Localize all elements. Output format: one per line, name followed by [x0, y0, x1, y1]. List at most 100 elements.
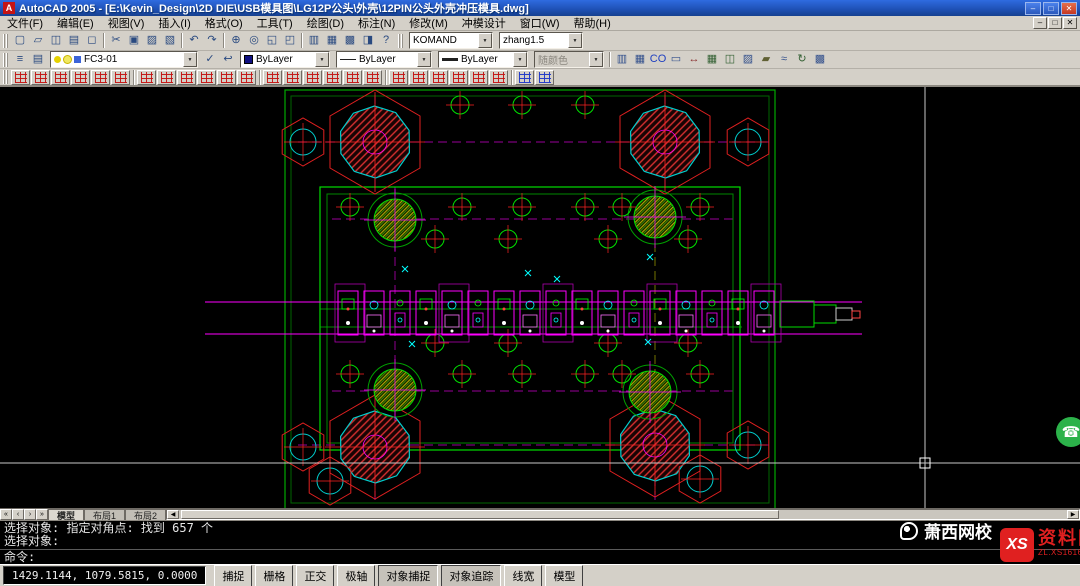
die-design-tool-13-icon[interactable] — [263, 70, 282, 85]
color-combo-arrow-icon[interactable]: ▼ — [315, 52, 329, 67]
cad-drawing[interactable] — [0, 87, 1080, 508]
scroll-left-icon[interactable]: ◀ — [167, 510, 179, 519]
designcenter-palette-icon[interactable]: ▦ — [631, 51, 649, 68]
command-history[interactable]: 选择对象: 指定对角点: 找到 657 个选择对象: — [0, 521, 1080, 550]
contact-badge[interactable]: ☎ — [1056, 417, 1080, 447]
autocad-app-icon[interactable]: A — [3, 2, 15, 14]
calculator-icon[interactable]: ▩ — [811, 51, 829, 68]
properties-icon[interactable]: ▥ — [305, 32, 323, 49]
die-design-tool-25-icon[interactable] — [515, 70, 534, 85]
layer-previous-icon[interactable]: ↩ — [219, 51, 237, 68]
block-icon[interactable]: ◫ — [721, 51, 739, 68]
plot-icon[interactable]: ▤ — [65, 32, 83, 49]
command-input-line[interactable]: 命令: — [0, 550, 1080, 564]
toolbar-grip[interactable] — [398, 34, 403, 48]
menu-item-6[interactable]: 工具(T) — [250, 14, 300, 32]
hatch-icon[interactable]: ▨ — [739, 51, 757, 68]
toolbar-grip[interactable] — [3, 70, 8, 84]
cut-icon[interactable]: ✂ — [107, 32, 125, 49]
plot-preview-icon[interactable]: ◻ — [83, 32, 101, 49]
tab-first-icon[interactable]: « — [0, 509, 12, 520]
command-window[interactable]: 选择对象: 指定对角点: 找到 657 个选择对象: 命令: — [0, 520, 1080, 564]
status-toggle-snap[interactable]: 捕捉 — [214, 565, 252, 586]
die-design-tool-15-icon[interactable] — [303, 70, 322, 85]
text-style-combo[interactable]: zhang1.5▼ — [499, 32, 583, 49]
menu-item-7[interactable]: 绘图(D) — [300, 14, 351, 32]
menu-item-5[interactable]: 格式(O) — [198, 14, 250, 32]
close-button[interactable]: ✕ — [1061, 2, 1077, 15]
doc-minimize-button[interactable]: – — [1033, 17, 1047, 29]
die-design-tool-21-icon[interactable] — [429, 70, 448, 85]
drawing-area[interactable]: ☎ — [0, 86, 1080, 508]
die-design-tool-7-icon[interactable] — [137, 70, 156, 85]
horizontal-scrollbar[interactable]: ◀▶ — [166, 509, 1080, 520]
menu-item-9[interactable]: 修改(M) — [402, 14, 455, 32]
tab-layout2[interactable]: 布局2 — [125, 509, 166, 520]
die-design-tool-8-icon[interactable] — [157, 70, 176, 85]
plot-style-combo-arrow-icon[interactable]: ▼ — [589, 52, 603, 67]
die-design-tool-12-icon[interactable] — [237, 70, 256, 85]
die-design-tool-16-icon[interactable] — [323, 70, 342, 85]
pan-icon[interactable]: ⊕ — [227, 32, 245, 49]
die-design-tool-6-icon[interactable] — [111, 70, 130, 85]
scroll-right-icon[interactable]: ▶ — [1067, 510, 1079, 519]
text-style-dialog-icon[interactable]: ▭ — [667, 51, 685, 68]
menu-item-11[interactable]: 窗口(W) — [513, 14, 567, 32]
status-toggle-polar[interactable]: 极轴 — [337, 565, 375, 586]
toolbar-grip[interactable] — [3, 34, 8, 48]
linetype-combo-arrow-icon[interactable]: ▼ — [417, 52, 431, 67]
open-file-icon[interactable]: ▱ — [29, 32, 47, 49]
die-design-tool-23-icon[interactable] — [469, 70, 488, 85]
status-toggle-otrack[interactable]: 对象追踪 — [441, 565, 501, 586]
text-style-combo-arrow-icon[interactable]: ▼ — [568, 33, 582, 48]
help-icon[interactable]: ? — [377, 32, 395, 49]
doc-restore-button[interactable]: □ — [1048, 17, 1062, 29]
refresh-icon[interactable]: ↻ — [793, 51, 811, 68]
markup-set-icon[interactable]: ◨ — [359, 32, 377, 49]
minimize-button[interactable]: – — [1025, 2, 1041, 15]
menu-item-4[interactable]: 插入(I) — [151, 14, 197, 32]
die-design-tool-24-icon[interactable] — [489, 70, 508, 85]
plot-style-combo[interactable]: 随颜色▼ — [534, 51, 604, 68]
die-design-tool-4-icon[interactable] — [71, 70, 90, 85]
die-design-tool-20-icon[interactable] — [409, 70, 428, 85]
command-style-combo[interactable]: KOMAND▼ — [409, 32, 493, 49]
co-icon[interactable]: CO — [649, 51, 667, 68]
lineweight-combo-arrow-icon[interactable]: ▼ — [513, 52, 527, 67]
die-design-tool-14-icon[interactable] — [283, 70, 302, 85]
die-design-tool-2-icon[interactable] — [31, 70, 50, 85]
toolbar-grip[interactable] — [3, 53, 8, 67]
status-toggle-model[interactable]: 模型 — [545, 565, 583, 586]
die-design-tool-26-icon[interactable] — [535, 70, 554, 85]
color-combo[interactable]: ByLayer▼ — [240, 51, 330, 68]
paste-icon[interactable]: ▨ — [143, 32, 161, 49]
command-style-combo-arrow-icon[interactable]: ▼ — [478, 33, 492, 48]
menu-item-2[interactable]: 编辑(E) — [50, 14, 101, 32]
die-design-tool-3-icon[interactable] — [51, 70, 70, 85]
menu-item-10[interactable]: 冲模设计 — [455, 14, 513, 32]
redo-icon[interactable]: ↷ — [203, 32, 221, 49]
scrollbar-thumb[interactable] — [181, 510, 779, 519]
copy-icon[interactable]: ▣ — [125, 32, 143, 49]
tab-model[interactable]: 模型 — [48, 509, 84, 520]
layer-properties-manager-icon[interactable]: ≡ — [11, 51, 29, 68]
tab-layout1[interactable]: 布局1 — [84, 509, 125, 520]
maximize-button[interactable]: □ — [1043, 2, 1059, 15]
zoom-window-icon[interactable]: ◱ — [263, 32, 281, 49]
die-design-tool-19-icon[interactable] — [389, 70, 408, 85]
layers-icon[interactable]: ▤ — [29, 51, 47, 68]
tool-palettes-icon[interactable]: ▩ — [341, 32, 359, 49]
region-icon[interactable]: ▰ — [757, 51, 775, 68]
make-object-layer-current-icon[interactable]: ✓ — [201, 51, 219, 68]
status-toggle-ortho[interactable]: 正交 — [296, 565, 334, 586]
zoom-previous-icon[interactable]: ◰ — [281, 32, 299, 49]
die-design-tool-17-icon[interactable] — [343, 70, 362, 85]
die-design-tool-1-icon[interactable] — [11, 70, 30, 85]
menu-item-12[interactable]: 帮助(H) — [567, 14, 618, 32]
tab-last-icon[interactable]: » — [36, 509, 48, 520]
save-icon[interactable]: ◫ — [47, 32, 65, 49]
layer-combo-arrow-icon[interactable]: ▼ — [183, 52, 197, 67]
status-toggle-lwt[interactable]: 线宽 — [504, 565, 542, 586]
properties-palette-icon[interactable]: ▥ — [613, 51, 631, 68]
tab-prev-icon[interactable]: ‹ — [12, 509, 24, 520]
